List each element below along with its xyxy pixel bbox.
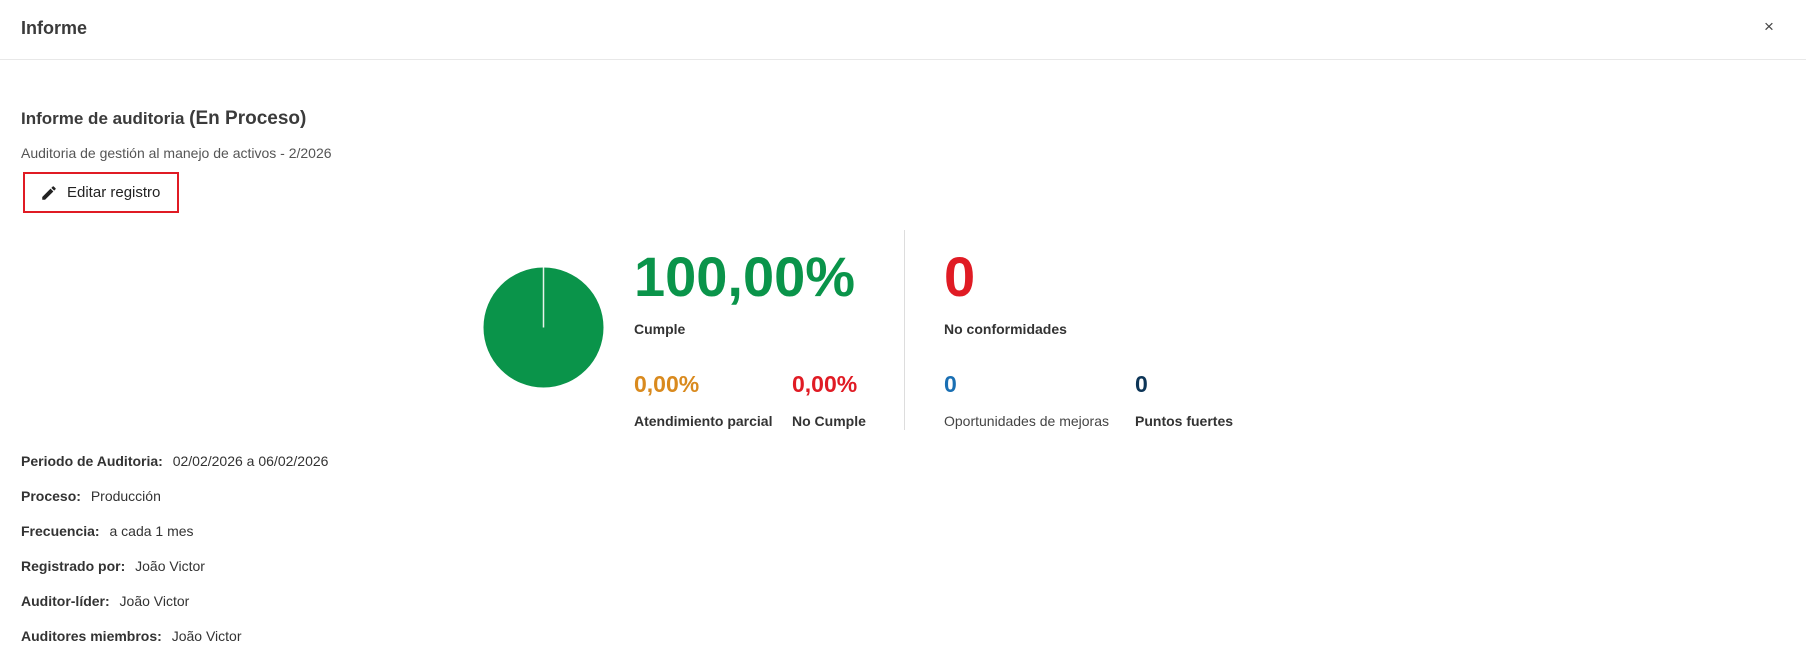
edit-record-label: Editar registro (67, 184, 161, 201)
detail-key: Auditor-líder: (21, 593, 110, 609)
detail-row-registrado: Registrado por: João Victor (21, 558, 205, 574)
detail-key: Periodo de Auditoria: (21, 453, 163, 469)
puntos-fuertes-value: 0 (1135, 371, 1148, 397)
detail-key: Registrado por: (21, 558, 126, 574)
detail-row-periodo: Periodo de Auditoria: 02/02/2026 a 06/02… (21, 453, 328, 469)
no-cumple-value: 0,00% (792, 371, 858, 397)
report-title-text: Informe de auditoria (21, 109, 185, 128)
detail-value: João Victor (119, 593, 190, 609)
no-conformidades-label: No conformidades (944, 321, 1067, 337)
detail-key: Proceso: (21, 488, 81, 504)
no-cumple-label: No Cumple (792, 413, 866, 429)
pencil-icon (42, 185, 56, 200)
parcial-label: Atendimiento parcial (634, 413, 773, 429)
detail-row-auditores: Auditores miembros: João Victor (21, 628, 241, 644)
detail-value: a cada 1 mes (109, 523, 194, 539)
detail-value: João Victor (135, 558, 205, 574)
report-subtitle: Auditoria de gestión al manejo de activo… (21, 145, 332, 161)
no-conformidades-value: 0 (944, 245, 976, 308)
detail-value: 02/02/2026 a 06/02/2026 (172, 453, 329, 469)
oportunidades-label: Oportunidades de mejoras (944, 413, 1109, 429)
puntos-fuertes-label: Puntos fuertes (1135, 413, 1234, 429)
metrics-divider (904, 230, 905, 430)
detail-row-frecuencia: Frecuencia: a cada 1 mes (21, 523, 194, 539)
detail-value: Producción (90, 488, 161, 504)
cumple-value: 100,00% (634, 245, 856, 308)
detail-key: Frecuencia: (21, 523, 100, 539)
report-title: Informe de auditoria (En Proceso) (21, 108, 306, 130)
parcial-value: 0,00% (634, 371, 700, 397)
modal-title: Informe (21, 18, 88, 38)
detail-row-proceso: Proceso: Producción (21, 488, 161, 504)
detail-value: João Victor (171, 628, 242, 644)
detail-key: Auditores miembros: (21, 628, 162, 644)
detail-row-auditor-lider: Auditor-líder: João Victor (21, 593, 189, 609)
compliance-pie-chart (483, 267, 604, 388)
modal-header: Informe × (0, 0, 1806, 60)
cumple-label: Cumple (634, 321, 686, 337)
edit-record-button[interactable]: Editar registro (23, 172, 179, 213)
report-status: (En Proceso) (189, 108, 307, 129)
close-icon[interactable]: × (1759, 17, 1779, 37)
oportunidades-value: 0 (944, 371, 957, 397)
